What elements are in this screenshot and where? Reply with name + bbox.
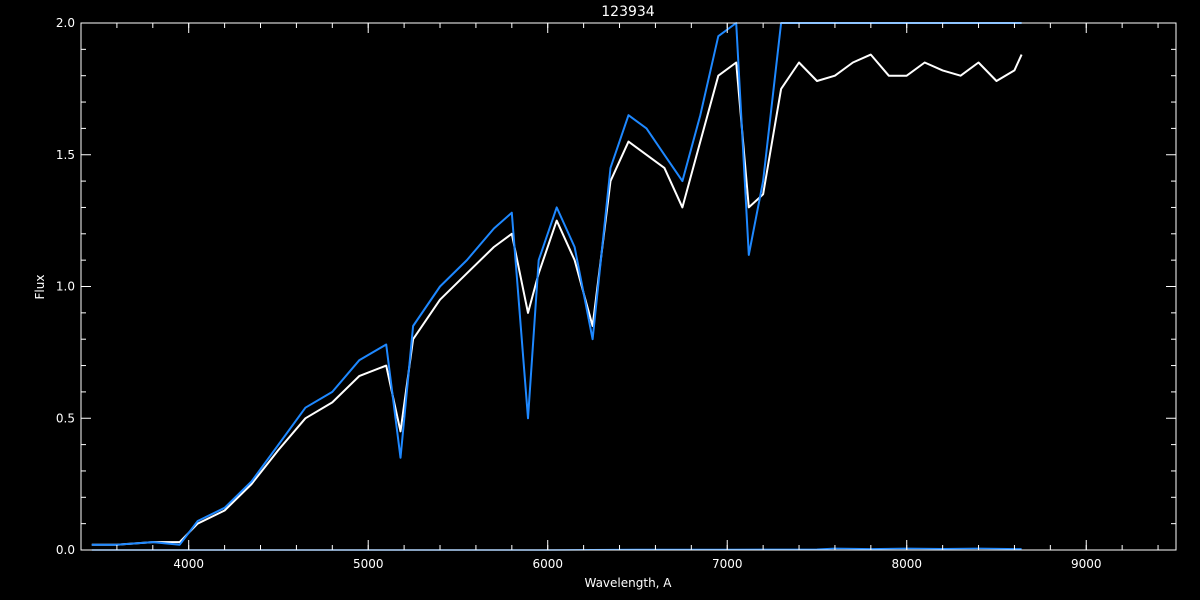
y-tick-label: 1.5 — [56, 148, 75, 162]
x-axis-label: Wavelength, A — [584, 576, 672, 590]
x-tick-label: 6000 — [532, 557, 563, 571]
chart-title: 123934 — [601, 4, 655, 20]
y-tick-label: 2.0 — [56, 16, 75, 30]
spectrum-chart: 4000 5000 6000 7000 8000 90000.00.51.01.52.0 … — [0, 0, 1200, 600]
x-tick-label: 5000 — [353, 557, 384, 571]
x-tick-label: 7000 — [712, 557, 743, 571]
x-tick-label: 9000 — [1071, 557, 1102, 571]
y-tick-label: 0.0 — [56, 543, 75, 557]
chart-background — [0, 0, 1200, 600]
x-tick-label: 4000 — [173, 557, 204, 571]
y-tick-label: 1.0 — [56, 280, 75, 294]
x-tick-label: 8000 — [891, 557, 922, 571]
y-tick-label: 0.5 — [56, 411, 75, 425]
y-axis-label: Flux — [33, 275, 47, 300]
